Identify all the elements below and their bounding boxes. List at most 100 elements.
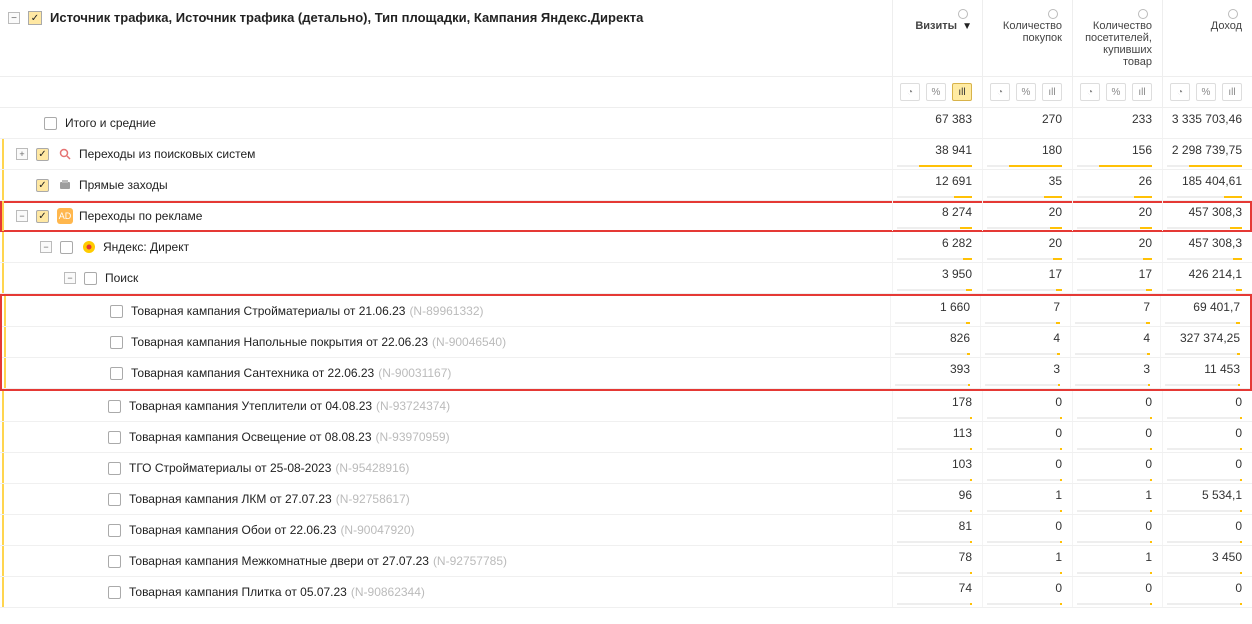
row-checkbox[interactable] [108,524,121,537]
pie-view-button[interactable]: ◔ [1080,83,1100,101]
cell-buyers: 17 [1072,263,1162,293]
row-checkbox[interactable] [110,336,123,349]
row-checkbox[interactable]: ✓ [36,210,49,223]
campaign-code: (N-90862344) [351,585,425,599]
cell-purchases: 20 [982,232,1072,262]
column-header[interactable]: Количество покупок [982,0,1072,76]
table-row: −Яндекс: Директ6 2822020457 308,3 [0,232,1252,263]
bar-view-button[interactable]: ıll [1222,83,1242,101]
pie-view-button[interactable]: ◔ [900,83,920,101]
totals-checkbox[interactable] [44,117,57,130]
cell-purchases: 0 [982,391,1072,421]
row-label[interactable]: Товарная кампания Сантехника от 22.06.23 [131,366,374,380]
campaign-code: (N-95428916) [335,461,409,475]
cell-visits: 826 [890,327,980,357]
row-label[interactable]: Яндекс: Директ [103,240,189,254]
row-label[interactable]: Товарная кампания Утеплители от 04.08.23 [129,399,372,413]
cell-buyers: 20 [1072,232,1162,262]
row-checkbox[interactable]: ✓ [36,179,49,192]
table-row: Товарная кампания Межкомнатные двери от … [0,546,1252,577]
metric-radio[interactable] [1048,9,1058,19]
row-checkbox[interactable] [60,241,73,254]
expand-all-button[interactable]: − [8,12,20,24]
metric-radio[interactable] [1138,9,1148,19]
row-checkbox[interactable]: ✓ [36,148,49,161]
pie-view-button[interactable]: ◔ [1170,83,1190,101]
column-header[interactable]: Доход [1162,0,1252,76]
table-row: −✓ADПереходы по рекламе8 2742020457 308,… [0,201,1252,232]
row-label[interactable]: Товарная кампания Напольные покрытия от … [131,335,428,349]
cell-revenue: 457 308,3 [1162,232,1252,262]
row-checkbox[interactable] [110,305,123,318]
cell-buyers: 0 [1072,577,1162,607]
bar-view-button[interactable]: ıll [1042,83,1062,101]
percent-view-button[interactable]: % [1196,83,1216,101]
cell-revenue: 69 401,7 [1160,296,1250,326]
row-checkbox[interactable] [108,400,121,413]
select-all-checkbox[interactable]: ✓ [28,11,42,25]
row-checkbox[interactable] [84,272,97,285]
view-toggle-group: ◔% ıll [982,77,1072,107]
cell-visits: 103 [892,453,982,483]
row-checkbox[interactable] [108,493,121,506]
cell-revenue: 0 [1162,515,1252,545]
collapse-button[interactable]: − [40,241,52,253]
campaign-code: (N-93724374) [376,399,450,413]
row-label[interactable]: Переходы из поисковых систем [79,147,255,161]
cell-buyers: 1 [1072,546,1162,576]
pie-view-button[interactable]: ◔ [990,83,1010,101]
metric-view-toggles: ◔% ıll ◔% ıll ◔% ıll ◔% ıll [0,77,1252,108]
row-label[interactable]: Товарная кампания Плитка от 05.07.23 [129,585,347,599]
totals-label: Итого и средние [65,116,156,130]
cell-revenue: 426 214,1 [1162,263,1252,293]
table-row: Товарная кампания Напольные покрытия от … [2,327,1250,358]
cube-icon [57,177,73,193]
row-label[interactable]: Товарная кампания ЛКМ от 27.07.23 [129,492,332,506]
column-header[interactable]: Количество посетителей, купивших товар [1072,0,1162,76]
cell-buyers: 0 [1072,391,1162,421]
row-label[interactable]: Прямые заходы [79,178,168,192]
row-label[interactable]: Переходы по рекламе [79,209,202,223]
row-checkbox[interactable] [108,586,121,599]
row-checkbox[interactable] [108,462,121,475]
cell-buyers: 3 [1070,358,1160,388]
row-checkbox[interactable] [108,431,121,444]
cell-purchases: 17 [982,263,1072,293]
row-label[interactable]: Поиск [105,271,138,285]
collapse-button[interactable]: − [16,210,28,222]
row-label[interactable]: Товарная кампания Межкомнатные двери от … [129,554,429,568]
view-toggle-group: ◔% ıll [1072,77,1162,107]
cell-revenue: 11 453 [1160,358,1250,388]
view-toggle-group: ◔% ıll [892,77,982,107]
table-row: Товарная кампания Обои от 22.06.23 (N-90… [0,515,1252,546]
table-row: Товарная кампания ЛКМ от 27.07.23 (N-927… [0,484,1252,515]
metric-radio[interactable] [1228,9,1238,19]
cell-purchases: 35 [982,170,1072,200]
column-header[interactable]: Визиты ▼ [892,0,982,76]
campaign-code: (N-90046540) [432,335,506,349]
metric-radio[interactable] [958,9,968,19]
percent-view-button[interactable]: % [1016,83,1036,101]
cell-buyers: 7 [1070,296,1160,326]
collapse-button[interactable]: − [64,272,76,284]
table-row: Товарная кампания Утеплители от 04.08.23… [0,391,1252,422]
bar-view-button[interactable]: ıll [952,83,972,101]
table-row: Товарная кампания Освещение от 08.08.23 … [0,422,1252,453]
cell-buyers: 0 [1072,422,1162,452]
cell-revenue: 0 [1162,577,1252,607]
row-checkbox[interactable] [110,367,123,380]
bar-view-button[interactable]: ıll [1132,83,1152,101]
percent-view-button[interactable]: % [1106,83,1126,101]
cell-visits: 113 [892,422,982,452]
row-label[interactable]: Товарная кампания Обои от 22.06.23 [129,523,336,537]
percent-view-button[interactable]: % [926,83,946,101]
campaign-code: (N-92757785) [433,554,507,568]
totals-buyers: 233 [1072,108,1162,138]
row-checkbox[interactable] [108,555,121,568]
row-label[interactable]: ТГО Стройматериалы от 25-08-2023 [129,461,331,475]
expand-button[interactable]: + [16,148,28,160]
cell-revenue: 2 298 739,75 [1162,139,1252,169]
row-label[interactable]: Товарная кампания Стройматериалы от 21.0… [131,304,405,318]
cell-buyers: 20 [1072,201,1162,231]
row-label[interactable]: Товарная кампания Освещение от 08.08.23 [129,430,372,444]
